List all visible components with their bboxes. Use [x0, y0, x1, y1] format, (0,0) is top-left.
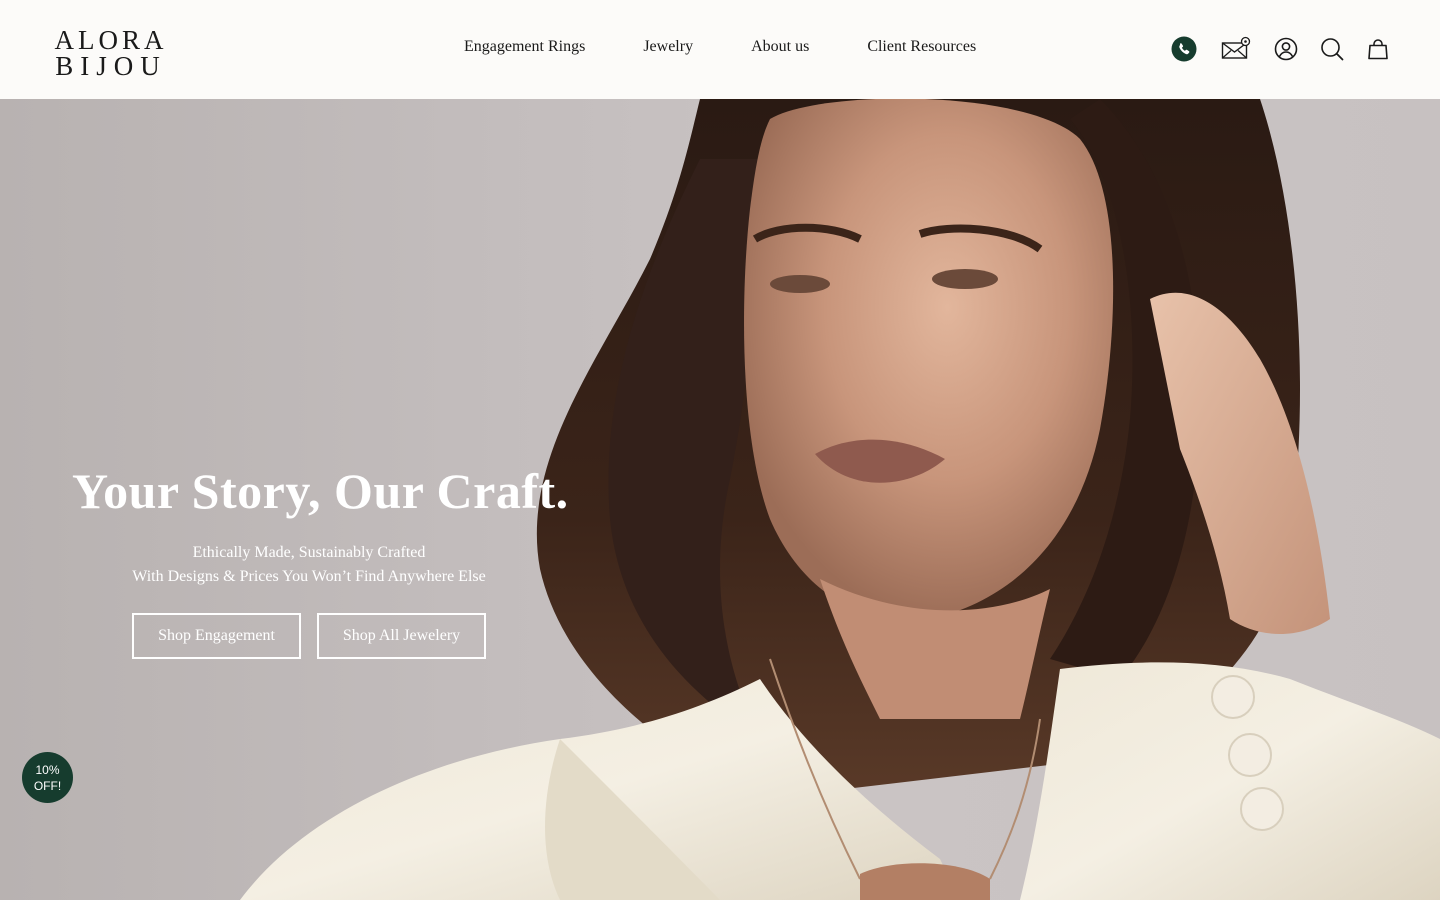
- nav-about-us[interactable]: About us: [751, 36, 809, 58]
- account-button[interactable]: [1273, 36, 1299, 62]
- mail-button[interactable]: [1221, 36, 1251, 62]
- brand-logo[interactable]: ALORA BIJOU: [50, 25, 172, 81]
- hero-subtitle-line2: With Designs & Prices You Won’t Find Any…: [132, 568, 486, 585]
- search-icon: [1321, 38, 1344, 61]
- discount-badge[interactable]: 10% OFF!: [22, 752, 73, 803]
- shop-engagement-button[interactable]: Shop Engagement: [132, 613, 301, 659]
- hero-banner: Your Story, Our Craft. Ethically Made, S…: [0, 99, 1440, 900]
- shop-all-jewelery-button[interactable]: Shop All Jewelery: [317, 613, 486, 659]
- hero-subtitle: Ethically Made, Sustainably Crafted With…: [100, 541, 518, 589]
- hero-subtitle-line1: Ethically Made, Sustainably Crafted: [192, 544, 426, 561]
- cart-button[interactable]: [1365, 36, 1391, 62]
- nav-client-resources[interactable]: Client Resources: [867, 36, 976, 58]
- phone-icon: [1171, 36, 1197, 62]
- phone-button[interactable]: [1171, 36, 1197, 62]
- cart-icon: [1368, 39, 1388, 60]
- discount-badge-line1: 10%: [35, 762, 60, 777]
- main-nav: Engagement Rings Jewelry About us Client…: [464, 36, 976, 58]
- search-button[interactable]: [1319, 36, 1345, 62]
- nav-jewelry[interactable]: Jewelry: [643, 36, 693, 58]
- nav-engagement-rings[interactable]: Engagement Rings: [464, 36, 585, 58]
- brand-logo-line2: BIJOU: [55, 51, 167, 81]
- mail-icon: [1221, 36, 1251, 59]
- hero-title: Your Story, Our Craft.: [72, 463, 569, 519]
- discount-badge-line2: OFF!: [33, 778, 62, 793]
- brand-logo-line1: ALORA: [54, 25, 168, 55]
- account-icon: [1274, 37, 1298, 61]
- site-header: ALORA BIJOU Engagement Rings Jewelry Abo…: [0, 0, 1440, 99]
